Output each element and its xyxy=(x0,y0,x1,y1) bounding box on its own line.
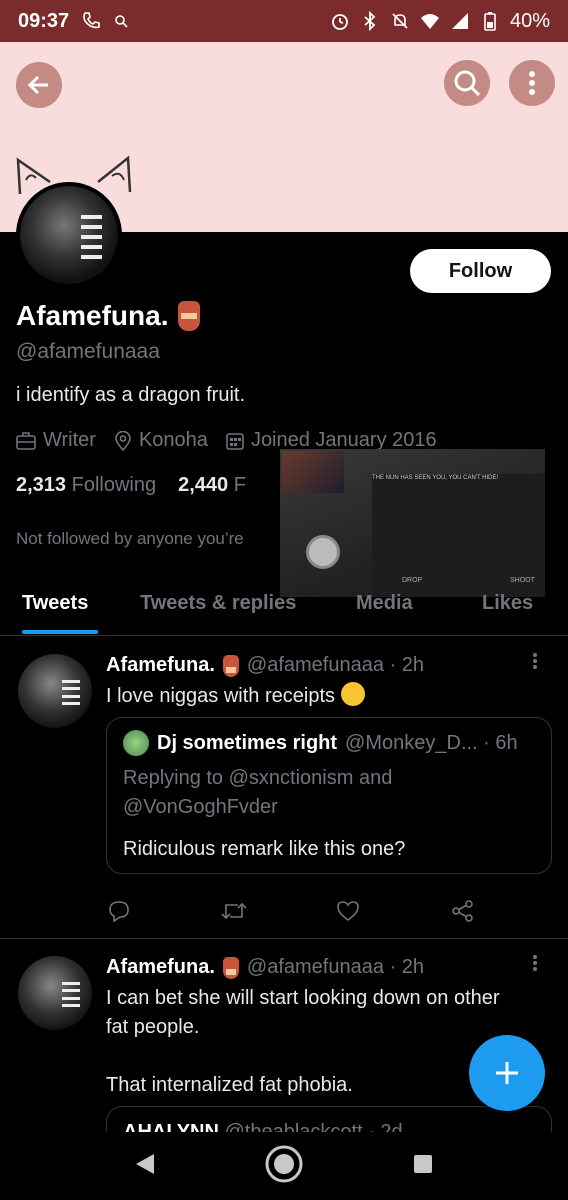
nav-home-button[interactable] xyxy=(264,1144,304,1189)
retweet-button[interactable] xyxy=(221,898,247,924)
calendar-icon xyxy=(226,432,244,450)
nav-recents-button[interactable] xyxy=(412,1153,434,1180)
tab-tweets[interactable]: Tweets xyxy=(22,592,88,615)
followers-count: 2,440 xyxy=(178,474,229,496)
retweet-icon xyxy=(221,902,247,920)
quoted-handle-time: @Monkey_D... · 6h xyxy=(345,731,518,754)
quoted-tweet[interactable]: Dj sometimes right @Monkey_D... · 6h Rep… xyxy=(106,717,552,874)
urn-emoji-icon xyxy=(178,301,201,331)
video-pip-thumbnail xyxy=(282,451,344,493)
search-button[interactable] xyxy=(444,60,490,106)
tweet-text-line-2: fat people. xyxy=(106,1016,200,1038)
quoted-tweet-text: Ridiculous remark like this one? xyxy=(123,838,406,860)
quoted-tweet-header: Dj sometimes right @Monkey_D... · 6h xyxy=(123,730,535,756)
urn-emoji-icon xyxy=(222,956,239,979)
share-button[interactable] xyxy=(450,898,476,924)
vertical-dots-icon xyxy=(529,71,535,95)
alarm-icon xyxy=(330,11,350,31)
bluetooth-icon xyxy=(360,11,380,31)
battery-icon xyxy=(480,11,500,31)
tweet-handle-time: @afamefunaaa · 2h xyxy=(246,654,424,676)
back-button[interactable] xyxy=(16,62,62,108)
profession-text: Writer xyxy=(43,429,96,451)
profile-tabs: Tweets Tweets & replies Media Likes xyxy=(0,580,568,636)
urn-emoji-icon xyxy=(222,654,239,677)
tweet-text-line-1: I can bet she will start looking down on… xyxy=(106,987,500,1009)
profile-name: Afamefuna. xyxy=(16,300,169,331)
tweet-more-button[interactable] xyxy=(532,954,538,978)
briefcase-icon xyxy=(16,431,36,450)
following-stat[interactable]: 2,313 Following xyxy=(16,474,156,497)
rolling-laughing-emoji-icon xyxy=(340,682,365,706)
home-circle-icon xyxy=(265,1145,303,1182)
compose-tweet-button[interactable] xyxy=(469,1035,545,1111)
location-text: Konoha xyxy=(138,429,208,451)
quoted-author-name: Dj sometimes right xyxy=(157,731,338,754)
wifi-icon xyxy=(420,11,440,31)
tab-media[interactable]: Media xyxy=(356,592,413,615)
signal-icon xyxy=(450,11,470,31)
square-recents-icon xyxy=(414,1154,432,1173)
phone-call-icon xyxy=(81,11,101,31)
following-count: 2,313 xyxy=(16,474,67,496)
mute-icon xyxy=(390,11,410,31)
status-time: 09:37 xyxy=(18,9,70,32)
nav-back-button[interactable] xyxy=(134,1152,156,1181)
location-item: Konoha xyxy=(114,429,208,452)
reply-icon xyxy=(109,901,129,922)
arrow-left-icon xyxy=(27,75,48,95)
location-pin-icon xyxy=(115,430,131,451)
profile-avatar[interactable] xyxy=(16,182,122,288)
tweet-avatar[interactable] xyxy=(18,654,92,728)
like-button[interactable] xyxy=(335,898,361,924)
quoted-tweet-avatar xyxy=(123,730,149,756)
search-icon xyxy=(454,70,481,97)
tweet-handle-time: @afamefunaaa · 2h xyxy=(246,956,424,978)
triangle-back-icon xyxy=(136,1153,154,1174)
tab-likes[interactable]: Likes xyxy=(482,592,533,615)
profile-name-row: Afamefuna. xyxy=(16,300,552,332)
tweet-actions xyxy=(106,898,476,924)
profile-handle: @afamefunaaa xyxy=(16,340,160,363)
floating-video-player[interactable]: THE NUN HAS SEEN YOU, YOU CAN'T HIDE! DR… xyxy=(280,449,545,597)
profile-bio: i identify as a dragon fruit. xyxy=(16,384,246,406)
tweet-header: Afamefuna. @afamefunaaa · 2h xyxy=(106,654,424,677)
vertical-dots-icon xyxy=(533,955,537,971)
plus-icon xyxy=(496,1062,518,1084)
search-small-icon xyxy=(111,11,131,31)
tweet-text-row: I love niggas with receipts xyxy=(106,682,556,711)
active-tab-indicator xyxy=(22,630,98,634)
reply-button[interactable] xyxy=(106,898,132,924)
system-nav-bar xyxy=(0,1132,568,1200)
status-bar: 09:37 40% xyxy=(0,0,568,42)
more-options-button[interactable] xyxy=(509,60,555,106)
video-caption: THE NUN HAS SEEN YOU, YOU CAN'T HIDE! xyxy=(372,475,499,481)
reply-line-2: @VonGoghFvder xyxy=(123,796,278,818)
video-joystick xyxy=(306,535,340,569)
tweet-author-name: Afamefuna. xyxy=(106,654,215,676)
reply-line-1: Replying to @sxnctionism and xyxy=(123,767,393,789)
share-icon xyxy=(452,900,473,922)
heart-icon xyxy=(337,901,360,921)
follow-button[interactable]: Follow xyxy=(410,249,551,293)
battery-percent: 40% xyxy=(509,9,550,32)
profession-item: Writer xyxy=(16,429,96,452)
tweet-more-button[interactable] xyxy=(532,652,538,676)
followers-stat[interactable]: 2,440 F xyxy=(178,474,246,497)
following-label: Following xyxy=(71,474,157,496)
tweet-header: Afamefuna. @afamefunaaa · 2h xyxy=(106,956,424,979)
tweet-author-name: Afamefuna. xyxy=(106,956,215,978)
tweet-divider xyxy=(0,938,568,939)
quoted-reply-context: Replying to @sxnctionism and @VonGoghFvd… xyxy=(123,764,535,822)
vertical-dots-icon xyxy=(533,653,537,669)
followers-label: F xyxy=(233,474,246,496)
tweet-text: I love niggas with receipts xyxy=(106,685,336,707)
tab-tweets-replies[interactable]: Tweets & replies xyxy=(140,592,296,615)
tweet-avatar[interactable] xyxy=(18,956,92,1030)
